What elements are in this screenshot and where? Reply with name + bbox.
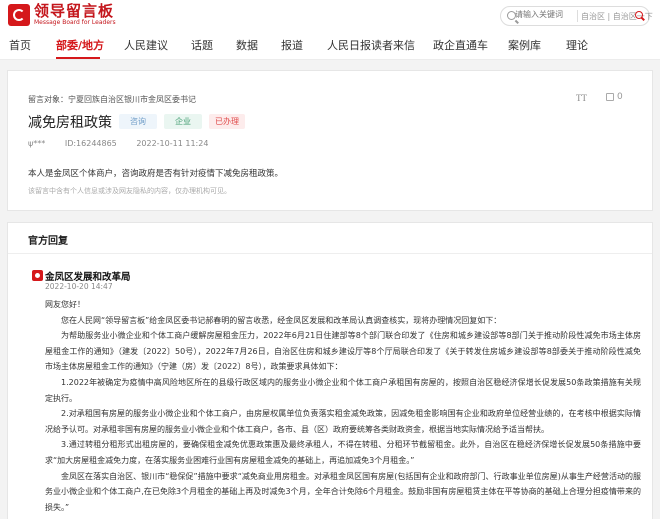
search-divider — [577, 10, 578, 22]
reply-paragraph: 3.通过转租分租形式出租房屋的，要确保租金减免优惠政策惠及最终承租人，不得在转租… — [45, 440, 641, 465]
author-name: ψ*** — [28, 139, 46, 148]
nav-item-topics[interactable]: 话题 — [191, 37, 213, 53]
privacy-notice: 该留言中含有个人信息或涉及网友隐私的内容，仅办理机构可见。 — [28, 187, 231, 195]
logo-subtitle: Message Board for Leaders — [34, 19, 116, 26]
font-size-icon[interactable]: TT — [576, 93, 587, 103]
logo-icon — [8, 4, 30, 26]
like-button[interactable]: 0 — [606, 92, 623, 102]
top-header: 领导留言板 Message Board for Leaders 自治区 | 自治… — [0, 0, 660, 32]
nav-item-reports[interactable]: 报道 — [281, 37, 303, 53]
reply-paragraph: 1.2022年被确定为疫情中高风险地区所在的县级行政区域内的服务业小微企业和个体… — [45, 377, 641, 403]
message-time: 2022-10-11 11:24 — [136, 139, 209, 148]
divider — [8, 253, 652, 254]
reply-body: 网友您好！ 您在人民网“领导留言板”给金凤区委书记郝春明的留言收悉，经金凤区发展… — [45, 297, 641, 515]
nav-item-suggestions[interactable]: 人民建议 — [124, 37, 168, 53]
nav-item-ministries-local[interactable]: 部委/地方 — [56, 37, 104, 53]
site-logo[interactable]: 领导留言板 Message Board for Leaders — [8, 4, 116, 26]
reply-paragraph: 金凤区在落实自治区、银川市“稳保促”措施中要求“减免商业用房租金。对承租金凤区国… — [45, 471, 641, 512]
search-box[interactable]: 自治区 | 自治区一下 — [500, 6, 653, 26]
nav-item-data[interactable]: 数据 — [236, 37, 258, 53]
message-body: 本人是金凤区个体商户，咨询政府是否有针对疫情下减免房租政策。 — [28, 169, 284, 179]
like-count: 0 — [617, 92, 623, 102]
logo-title: 领导留言板 — [34, 2, 115, 20]
search-input[interactable] — [515, 10, 577, 19]
message-card: 留言对象：宁夏回族自治区银川市金凤区委书记 TT 0 减免房租政策 咨询 企业 … — [7, 70, 653, 211]
nav-item-home[interactable]: 首页 — [9, 37, 31, 53]
type-tag: 咨询 — [119, 114, 157, 129]
official-reply-card: 官方回复 金凤区发展和改革局 2022-10-20 14:47 网友您好！ 您在… — [7, 222, 653, 519]
reply-time: 2022-10-20 14:47 — [45, 282, 113, 291]
status-badge: 已办理 — [209, 114, 245, 129]
reply-heading: 官方回复 — [28, 236, 68, 247]
reply-paragraph: 2.对承租国有房屋的服务业小微企业和个体工商户，由房屋权属单位负责落实租金减免政… — [45, 409, 641, 434]
message-meta: ψ*** ID:16244865 2022-10-11 11:24 — [28, 139, 225, 148]
reply-org-name: 金凤区发展和改革局 — [45, 272, 131, 283]
reply-paragraph: 您在人民网“领导留言板”给金凤区委书记郝春明的留言收悉，经金凤区发展和改革局认真… — [61, 315, 502, 325]
reply-paragraph: 网友您好！ — [45, 300, 85, 309]
nav-item-reader-letters[interactable]: 人民日报读者来信 — [327, 37, 415, 53]
category-tag: 企业 — [164, 114, 202, 129]
nav-item-theory[interactable]: 理论 — [566, 37, 588, 53]
message-recipient: 留言对象：宁夏回族自治区银川市金凤区委书记 — [28, 95, 196, 104]
reply-paragraph: 为帮助服务业小微企业和个体工商户缓解房屋租金压力，2022年6月21日住建部等8… — [45, 331, 641, 372]
nav-item-business-express[interactable]: 政企直通车 — [433, 37, 488, 53]
org-logo-icon — [32, 270, 43, 281]
message-id: ID:16244865 — [64, 139, 117, 148]
message-title: 减免房租政策 — [28, 115, 112, 131]
search-submit-icon[interactable] — [634, 10, 646, 22]
main-nav: 首页 部委/地方 人民建议 话题 数据 报道 人民日报读者来信 政企直通车 案例… — [0, 32, 660, 60]
nav-item-case-library[interactable]: 案例库 — [508, 37, 541, 53]
thumbs-up-icon — [606, 93, 614, 101]
nav-active-underline — [56, 57, 100, 59]
